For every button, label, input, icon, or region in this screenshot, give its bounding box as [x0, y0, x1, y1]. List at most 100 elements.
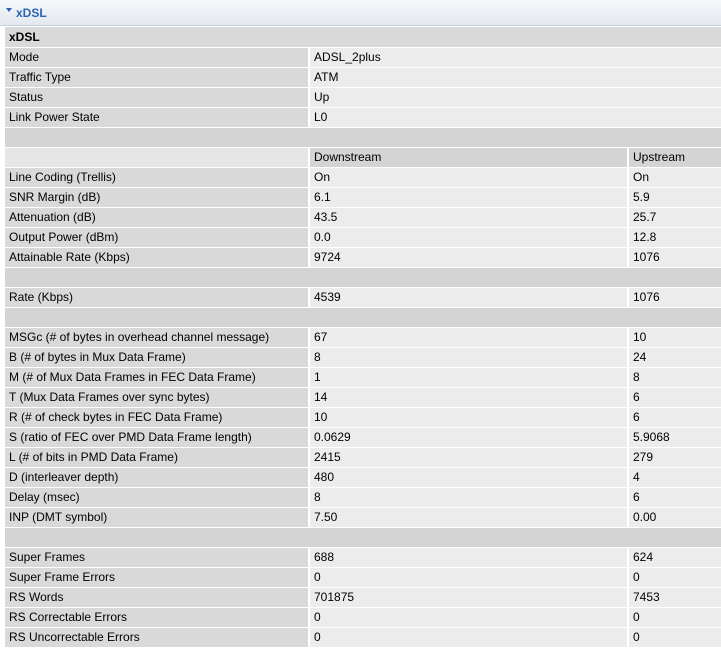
row-label: R (# of check bytes in FEC Data Frame) — [5, 408, 310, 428]
table-row: L (# of bits in PMD Data Frame) 2415 279 — [5, 448, 721, 468]
row-label: Line Coding (Trellis) — [5, 168, 310, 188]
section-divider — [5, 528, 721, 548]
upstream-value: 10 — [629, 328, 721, 348]
row-label: INP (DMT symbol) — [5, 508, 310, 528]
upstream-value: 0 — [629, 608, 721, 628]
xdsl-status-table: Mode ADSL_2plus Traffic Type ATM Status … — [5, 48, 721, 648]
downstream-value: On — [310, 168, 629, 188]
upstream-value: 7453 — [629, 588, 721, 608]
collapse-arrow-icon[interactable] — [6, 7, 12, 12]
downstream-value: 0 — [310, 568, 629, 588]
downstream-header: Downstream — [310, 148, 629, 168]
row-value: ATM — [310, 68, 721, 88]
table-row: RS Words 701875 7453 — [5, 588, 721, 608]
section-divider — [5, 308, 721, 328]
upstream-value: 24 — [629, 348, 721, 368]
row-value: Up — [310, 88, 721, 108]
row-label: RS Words — [5, 588, 310, 608]
downstream-value: 0.0 — [310, 228, 629, 248]
upstream-value: 0 — [629, 568, 721, 588]
row-label: Super Frame Errors — [5, 568, 310, 588]
upstream-value: 25.7 — [629, 208, 721, 228]
table-row: Delay (msec) 8 6 — [5, 488, 721, 508]
downstream-value: 480 — [310, 468, 629, 488]
table-row: Super Frames 688 624 — [5, 548, 721, 568]
table-row: M (# of Mux Data Frames in FEC Data Fram… — [5, 368, 721, 388]
table-row: T (Mux Data Frames over sync bytes) 14 6 — [5, 388, 721, 408]
table-row: RS Uncorrectable Errors 0 0 — [5, 628, 721, 648]
row-label: Rate (Kbps) — [5, 288, 310, 308]
row-label: L (# of bits in PMD Data Frame) — [5, 448, 310, 468]
upstream-value: 6 — [629, 408, 721, 428]
table-row: INP (DMT symbol) 7.50 0.00 — [5, 508, 721, 528]
row-label: D (interleaver depth) — [5, 468, 310, 488]
downstream-value: 1 — [310, 368, 629, 388]
upstream-value: 8 — [629, 368, 721, 388]
row-label: B (# of bytes in Mux Data Frame) — [5, 348, 310, 368]
downstream-value: 8 — [310, 348, 629, 368]
table-row: Rate (Kbps) 4539 1076 — [5, 288, 721, 308]
upstream-value: 1076 — [629, 248, 721, 268]
downstream-value: 0.0629 — [310, 428, 629, 448]
upstream-value: 6 — [629, 488, 721, 508]
downstream-value: 6.1 — [310, 188, 629, 208]
row-label: M (# of Mux Data Frames in FEC Data Fram… — [5, 368, 310, 388]
table-row: S (ratio of FEC over PMD Data Frame leng… — [5, 428, 721, 448]
section-divider — [5, 128, 721, 148]
table-row: B (# of bytes in Mux Data Frame) 8 24 — [5, 348, 721, 368]
row-label: S (ratio of FEC over PMD Data Frame leng… — [5, 428, 310, 448]
downstream-value: 67 — [310, 328, 629, 348]
downstream-value: 0 — [310, 608, 629, 628]
row-value: ADSL_2plus — [310, 48, 721, 68]
row-label: Output Power (dBm) — [5, 228, 310, 248]
downstream-value: 8 — [310, 488, 629, 508]
upstream-value: 0.00 — [629, 508, 721, 528]
upstream-value: 6 — [629, 388, 721, 408]
row-label: Mode — [5, 48, 310, 68]
section-divider — [5, 268, 721, 288]
upstream-value: 1076 — [629, 288, 721, 308]
row-label: SNR Margin (dB) — [5, 188, 310, 208]
table-row: Attenuation (dB) 43.5 25.7 — [5, 208, 721, 228]
table-row: R (# of check bytes in FEC Data Frame) 1… — [5, 408, 721, 428]
upstream-value: 5.9068 — [629, 428, 721, 448]
info-row-mode: Mode ADSL_2plus — [5, 48, 721, 68]
downstream-value: 4539 — [310, 288, 629, 308]
row-label: Status — [5, 88, 310, 108]
downstream-value: 14 — [310, 388, 629, 408]
table-row: Line Coding (Trellis) On On — [5, 168, 721, 188]
downstream-value: 0 — [310, 628, 629, 648]
table-row: RS Correctable Errors 0 0 — [5, 608, 721, 628]
row-label: Traffic Type — [5, 68, 310, 88]
upstream-value: 624 — [629, 548, 721, 568]
header-blank — [5, 148, 310, 168]
downstream-value: 7.50 — [310, 508, 629, 528]
downstream-value: 43.5 — [310, 208, 629, 228]
column-header-row: Downstream Upstream — [5, 148, 721, 168]
row-label: MSGc (# of bytes in overhead channel mes… — [5, 328, 310, 348]
downstream-value: 688 — [310, 548, 629, 568]
info-row-traffic-type: Traffic Type ATM — [5, 68, 721, 88]
row-label: RS Correctable Errors — [5, 608, 310, 628]
downstream-value: 2415 — [310, 448, 629, 468]
table-row: Super Frame Errors 0 0 — [5, 568, 721, 588]
table-row: D (interleaver depth) 480 4 — [5, 468, 721, 488]
row-value: L0 — [310, 108, 721, 128]
info-row-status: Status Up — [5, 88, 721, 108]
downstream-value: 9724 — [310, 248, 629, 268]
upstream-header: Upstream — [629, 148, 721, 168]
upstream-value: 12.8 — [629, 228, 721, 248]
info-row-link-power-state: Link Power State L0 — [5, 108, 721, 128]
row-label: Attainable Rate (Kbps) — [5, 248, 310, 268]
section-title: xDSL — [5, 27, 721, 47]
row-label: Link Power State — [5, 108, 310, 128]
row-label: Super Frames — [5, 548, 310, 568]
upstream-value: 5.9 — [629, 188, 721, 208]
row-label: Attenuation (dB) — [5, 208, 310, 228]
table-row: MSGc (# of bytes in overhead channel mes… — [5, 328, 721, 348]
upstream-value: 4 — [629, 468, 721, 488]
upstream-value: On — [629, 168, 721, 188]
table-row: Attainable Rate (Kbps) 9724 1076 — [5, 248, 721, 268]
downstream-value: 10 — [310, 408, 629, 428]
xdsl-panel-header[interactable]: xDSL — [0, 0, 721, 26]
